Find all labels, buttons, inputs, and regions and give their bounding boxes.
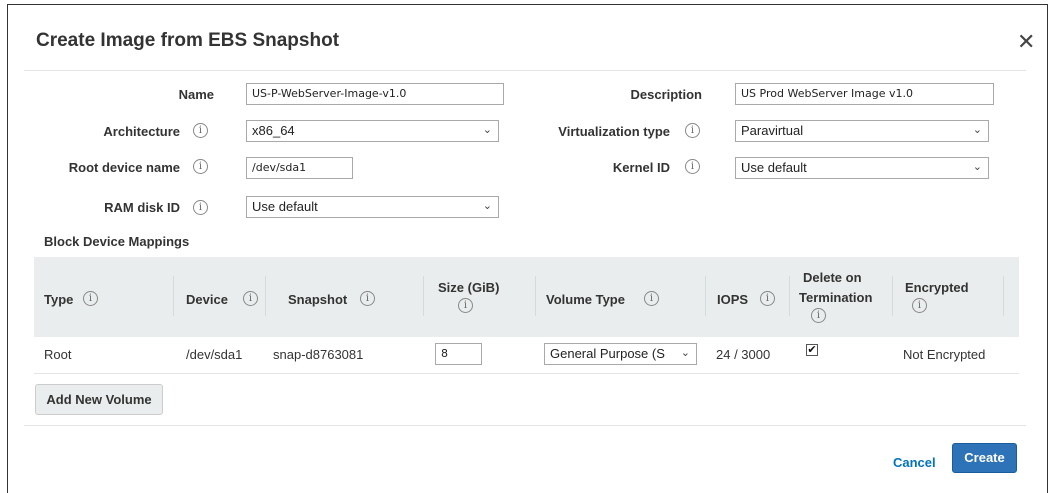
virtualization-select-value: Paravirtual xyxy=(741,123,804,138)
column-iops-label: IOPS xyxy=(717,292,749,307)
chevron-down-icon: ⌄ xyxy=(680,347,690,359)
dialog-title: Create Image from EBS Snapshot xyxy=(36,30,340,51)
column-type-label: Type xyxy=(44,292,74,307)
column-delete-label-2: Termination xyxy=(799,290,873,305)
root-device-info-icon[interactable]: i xyxy=(193,159,208,174)
cell-encrypted: Not Encrypted xyxy=(903,347,986,362)
ramdisk-info-icon[interactable]: i xyxy=(193,200,208,215)
type-info-icon[interactable]: i xyxy=(83,291,98,306)
name-input[interactable]: US-P-WebServer-Image-v1.0 xyxy=(246,83,504,105)
virtualization-type-label: Virtualization type xyxy=(558,124,670,139)
delete-on-termination-checkbox[interactable]: ✔ xyxy=(806,344,818,356)
column-encrypted-label: Encrypted xyxy=(905,280,969,295)
cell-iops: 24 / 3000 xyxy=(716,347,771,362)
virtualization-type-select[interactable]: Paravirtual ⌄ xyxy=(735,120,989,142)
column-device-label: Device xyxy=(186,292,228,307)
cancel-button[interactable]: Cancel xyxy=(893,455,936,470)
ramdisk-id-label: RAM disk ID xyxy=(104,200,180,215)
column-snapshot-label: Snapshot xyxy=(288,292,348,307)
ramdisk-id-select[interactable]: Use default ⌄ xyxy=(246,196,499,218)
root-device-label: Root device name xyxy=(68,160,180,175)
architecture-label: Architecture xyxy=(103,124,180,139)
column-divider xyxy=(789,276,790,316)
architecture-select-value: x86_64 xyxy=(252,123,295,138)
kernel-id-select[interactable]: Use default ⌄ xyxy=(735,157,989,179)
snapshot-info-icon[interactable]: i xyxy=(360,291,375,306)
ramdisk-select-value: Use default xyxy=(252,199,318,214)
block-device-mappings-title: Block Device Mappings xyxy=(44,234,190,249)
header-divider xyxy=(24,70,1026,71)
description-label: Description xyxy=(630,87,702,102)
chevron-down-icon: ⌄ xyxy=(482,200,492,212)
cell-type: Root xyxy=(44,347,72,362)
column-divider xyxy=(173,276,174,316)
encrypted-info-icon[interactable]: i xyxy=(912,298,927,313)
column-divider xyxy=(423,276,424,316)
add-new-volume-button[interactable]: Add New Volume xyxy=(35,384,163,415)
kernel-info-icon[interactable]: i xyxy=(685,159,700,174)
chevron-down-icon: ⌄ xyxy=(972,161,982,173)
close-icon[interactable]: ✕ xyxy=(1017,31,1035,53)
volume-type-info-icon[interactable]: i xyxy=(644,291,659,306)
column-divider xyxy=(265,276,266,316)
column-volume-type-label: Volume Type xyxy=(546,292,625,307)
root-device-input[interactable]: /dev/sda1 xyxy=(246,157,353,179)
column-delete-label-1: Delete on xyxy=(803,270,862,285)
volume-type-value: General Purpose (S xyxy=(550,346,665,361)
footer-divider xyxy=(24,425,1026,426)
kernel-id-label: Kernel ID xyxy=(612,160,670,175)
column-divider xyxy=(1003,276,1004,316)
chevron-down-icon: ⌄ xyxy=(972,124,982,136)
size-info-icon[interactable]: i xyxy=(458,298,473,313)
iops-info-icon[interactable]: i xyxy=(760,291,775,306)
architecture-info-icon[interactable]: i xyxy=(193,123,208,138)
architecture-select[interactable]: x86_64 ⌄ xyxy=(246,120,499,142)
cell-device: /dev/sda1 xyxy=(186,347,243,362)
description-input[interactable]: US Prod WebServer Image v1.0 xyxy=(735,83,994,105)
name-label: Name xyxy=(178,87,214,102)
virtualization-info-icon[interactable]: i xyxy=(685,123,700,138)
size-input[interactable]: 8 xyxy=(435,343,482,365)
column-divider xyxy=(705,276,706,316)
kernel-select-value: Use default xyxy=(741,160,807,175)
column-type: Type xyxy=(44,292,73,307)
delete-info-icon[interactable]: i xyxy=(811,308,826,323)
create-button[interactable]: Create xyxy=(952,443,1017,473)
device-info-icon[interactable]: i xyxy=(243,291,258,306)
chevron-down-icon: ⌄ xyxy=(482,124,492,136)
cell-snapshot: snap-d8763081 xyxy=(273,347,364,362)
column-divider xyxy=(535,276,536,316)
column-divider xyxy=(892,276,893,316)
row-divider xyxy=(34,373,1019,374)
volume-type-select[interactable]: General Purpose (S ⌄ xyxy=(544,343,697,365)
column-size-label: Size (GiB) xyxy=(438,280,500,295)
